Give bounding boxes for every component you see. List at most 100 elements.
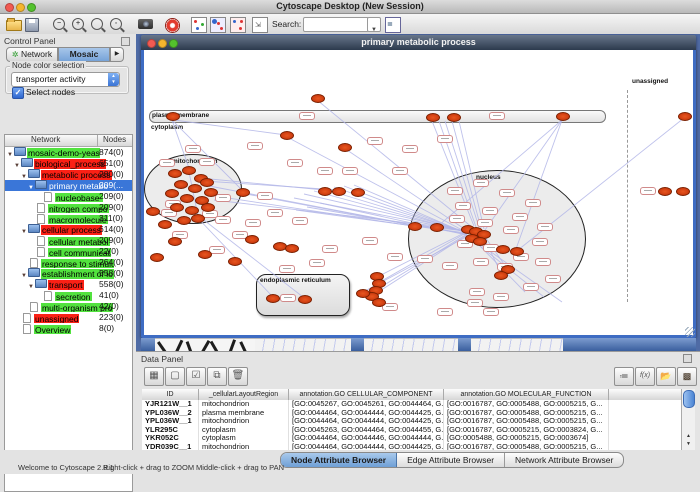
node-label-pill[interactable] — [467, 299, 483, 307]
tree-row[interactable]: ▼transport558(0) — [5, 279, 132, 290]
node-label-pill[interactable] — [245, 219, 261, 227]
tree-row[interactable]: response to stimulu264(0) — [5, 257, 132, 268]
network-node[interactable] — [201, 203, 215, 212]
background-window-sliver[interactable] — [255, 338, 351, 351]
network-node[interactable] — [174, 180, 188, 189]
network-node[interactable] — [356, 289, 370, 298]
node-label-pill[interactable] — [299, 112, 315, 120]
network-node[interactable] — [200, 178, 214, 187]
network-node[interactable] — [311, 94, 325, 103]
tree-row[interactable]: ▼metabolic process280(0) — [5, 169, 132, 180]
new-attribute-icon[interactable]: ▢ — [165, 367, 185, 386]
node-label-pill[interactable] — [503, 226, 519, 234]
node-label-pill[interactable] — [267, 209, 283, 217]
attribute-editor-icon[interactable]: ≔ — [614, 367, 634, 386]
index-icon[interactable]: ≣ — [385, 16, 401, 32]
node-color-dropdown[interactable]: transporter activity ▲▼ — [11, 72, 120, 87]
import-attributes-icon[interactable]: 📂 — [656, 367, 676, 386]
node-label-pill[interactable] — [279, 265, 295, 273]
network-node[interactable] — [372, 298, 386, 307]
background-window-sliver[interactable] — [458, 338, 471, 351]
network-node[interactable] — [158, 220, 172, 229]
network-node[interactable] — [150, 253, 164, 262]
network-node[interactable] — [170, 203, 184, 212]
save-icon[interactable] — [25, 16, 41, 32]
network-node[interactable] — [496, 245, 510, 254]
table-row[interactable]: YJR121W__1mitochondrion[GO:0045267, GO:0… — [142, 400, 681, 409]
select-nodes-checkbox[interactable]: ✓ — [12, 87, 24, 99]
search-input[interactable] — [303, 17, 369, 32]
network-node[interactable] — [166, 112, 180, 121]
tab-network[interactable]: ✲ Network — [6, 47, 58, 62]
node-label-pill[interactable] — [362, 237, 378, 245]
node-label-pill[interactable] — [317, 167, 333, 175]
network-node[interactable] — [165, 189, 179, 198]
node-label-pill[interactable] — [489, 112, 505, 120]
tree-row[interactable]: ▼mosaic-demo-yeast874(0) — [5, 147, 132, 158]
node-label-pill[interactable] — [322, 245, 338, 253]
background-window-sliver[interactable] — [471, 338, 563, 351]
scroll-up-icon[interactable]: ▲ — [682, 433, 695, 440]
network-node[interactable] — [298, 295, 312, 304]
node-label-pill[interactable] — [199, 158, 215, 166]
network-node[interactable] — [266, 294, 280, 303]
network-node[interactable] — [430, 223, 444, 232]
layout-icon[interactable] — [191, 16, 207, 32]
search-dropdown-icon[interactable]: ▼ — [367, 17, 381, 32]
network-node[interactable] — [332, 187, 346, 196]
network-node[interactable] — [198, 250, 212, 259]
node-label-pill[interactable] — [499, 189, 515, 197]
tree-row[interactable]: ▼establishment of lo558(0) — [5, 268, 132, 279]
table-row[interactable]: YKR052Ccytoplasm[GO:0044464, GO:0044446,… — [142, 434, 681, 443]
node-label-pill[interactable] — [402, 145, 418, 153]
node-label-pill[interactable] — [545, 275, 561, 283]
network-node[interactable] — [676, 187, 690, 196]
node-label-pill[interactable] — [309, 259, 325, 267]
attribute-checkbox-icon[interactable]: ⧉ — [207, 367, 227, 386]
node-label-pill[interactable] — [185, 145, 201, 153]
node-label-pill[interactable] — [367, 137, 383, 145]
delete-attribute-icon[interactable]: 🗑 — [228, 367, 248, 386]
node-label-pill[interactable] — [482, 207, 498, 215]
node-label-pill[interactable] — [392, 167, 408, 175]
node-label-pill[interactable] — [525, 199, 541, 207]
network-node[interactable] — [447, 113, 461, 122]
table-row[interactable]: YPL036W__1mitochondrion[GO:0044464, GO:0… — [142, 417, 681, 426]
tree-row[interactable]: ▼biological_process651(0) — [5, 158, 132, 169]
network-node[interactable] — [658, 187, 672, 196]
node-label-pill[interactable] — [523, 283, 539, 291]
float-panel-icon[interactable] — [121, 37, 130, 46]
resize-grip-icon[interactable] — [685, 327, 695, 337]
table-row[interactable]: YPL036W__2plasma membrane[GO:0044464, GO… — [142, 409, 681, 418]
node-label-pill[interactable] — [473, 258, 489, 266]
node-label-pill[interactable] — [159, 159, 175, 167]
tree-row[interactable]: macromolecule311(0) — [5, 213, 132, 224]
node-label-pill[interactable] — [215, 194, 231, 202]
node-label-pill[interactable] — [417, 255, 433, 263]
network-node[interactable] — [228, 257, 242, 266]
network-node[interactable] — [168, 237, 182, 246]
tree-row[interactable]: nucleobase-209(0) — [5, 191, 132, 202]
network-node[interactable] — [285, 244, 299, 253]
zoom-in-icon[interactable]: + — [72, 18, 88, 34]
background-window-sliver[interactable] — [563, 338, 696, 351]
network-node[interactable] — [473, 237, 487, 246]
tab-edge-attribute-browser[interactable]: Edge Attribute Browser — [397, 453, 505, 467]
network-node[interactable] — [494, 271, 508, 280]
tab-network-attribute-browser[interactable]: Network Attribute Browser — [505, 453, 623, 467]
network-window-titlebar[interactable]: primary metabolic process — [141, 35, 696, 50]
node-label-pill[interactable] — [469, 288, 485, 296]
tree-row[interactable]: multi-organism pro42(0) — [5, 301, 132, 312]
snapshot-icon[interactable] — [138, 16, 154, 32]
network-node[interactable] — [146, 207, 160, 216]
node-label-pill[interactable] — [455, 202, 471, 210]
network-node[interactable] — [182, 166, 196, 175]
attribute-table[interactable]: YJR121W__1mitochondrion[GO:0045267, GO:0… — [142, 400, 681, 451]
node-label-pill[interactable] — [247, 142, 263, 150]
tree-row[interactable]: secretion41(0) — [5, 290, 132, 301]
compartment-plasma-membrane[interactable] — [149, 110, 606, 123]
column-header[interactable]: annotation.GO CELLULAR_COMPONENT — [289, 389, 444, 400]
network-node[interactable] — [168, 169, 182, 178]
node-label-pill[interactable] — [292, 217, 308, 225]
network-node[interactable] — [338, 143, 352, 152]
